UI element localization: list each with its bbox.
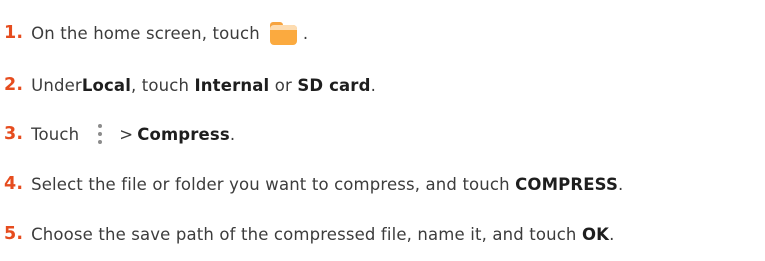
step-text: , touch: [131, 75, 195, 95]
step-text-end: .: [609, 224, 615, 244]
step-number: 1.: [4, 23, 24, 43]
step-number: 2.: [4, 75, 24, 95]
step-text-end: .: [302, 23, 309, 43]
step-number: 5.: [4, 224, 24, 244]
step-text: Select the file or folder you want to co…: [31, 174, 516, 194]
step-2: 2. Under Local , touch Internal or SD ca…: [4, 69, 376, 101]
step-text-end: .: [618, 174, 624, 194]
step-4: 4. Select the file or folder you want to…: [4, 168, 623, 200]
file-manager-folder-icon: [269, 21, 297, 45]
sd-card-label: SD card: [297, 75, 371, 95]
step-1: 1. On the home screen, touch .: [4, 17, 308, 49]
local-label: Local: [81, 75, 131, 95]
step-text-end: .: [370, 75, 376, 95]
step-text: Under: [31, 75, 82, 95]
step-3: 3. Touch > Compress .: [4, 118, 235, 150]
step-text: On the home screen, touch: [31, 23, 260, 43]
more-vertical-icon: [97, 124, 103, 144]
step-text: or: [269, 75, 298, 95]
compress-label: Compress: [137, 124, 230, 144]
step-number: 3.: [4, 124, 24, 144]
ok-button-label: OK: [581, 224, 610, 244]
step-5: 5. Choose the save path of the compresse…: [4, 218, 614, 250]
step-number: 4.: [4, 174, 24, 194]
menu-separator: >: [119, 124, 134, 144]
step-text-end: .: [229, 124, 236, 144]
step-text: Choose the save path of the compressed f…: [31, 224, 582, 244]
internal-label: Internal: [194, 75, 270, 95]
compress-button-label: COMPRESS: [515, 174, 618, 194]
step-text: Touch: [31, 124, 80, 144]
